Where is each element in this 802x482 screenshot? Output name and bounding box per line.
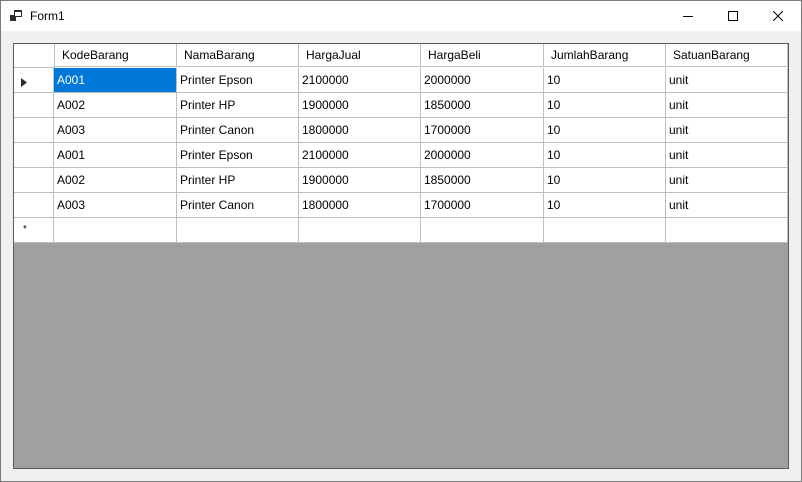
cell-hargajual[interactable]: 1800000 (299, 193, 421, 218)
cell-namabarang[interactable]: Printer Epson (177, 143, 299, 168)
cell-hargajual[interactable]: 2100000 (299, 68, 421, 93)
cell-satuanbarang[interactable] (666, 218, 788, 243)
column-header-hargajual[interactable]: HargaJual (299, 44, 421, 67)
cell-hargajual[interactable]: 1800000 (299, 118, 421, 143)
cell-jumlahbarang[interactable]: 10 (544, 193, 666, 218)
row-header[interactable]: * (14, 218, 54, 243)
column-header-row: KodeBarang NamaBarang HargaJual HargaBel… (14, 44, 788, 68)
cell-satuanbarang[interactable]: unit (666, 193, 788, 218)
cell-namabarang[interactable]: Printer HP (177, 168, 299, 193)
cell-jumlahbarang[interactable] (544, 218, 666, 243)
cell-satuanbarang[interactable]: unit (666, 118, 788, 143)
cell-jumlahbarang[interactable]: 10 (544, 118, 666, 143)
cell-hargajual[interactable]: 1900000 (299, 93, 421, 118)
new-row[interactable]: * (14, 218, 788, 243)
column-header-kodebarang[interactable]: KodeBarang (55, 44, 177, 67)
row-header[interactable] (14, 93, 54, 118)
cell-kodebarang[interactable]: A001 (54, 143, 177, 168)
cell-hargabeli[interactable] (421, 218, 544, 243)
row-header[interactable] (14, 168, 54, 193)
minimize-button[interactable] (665, 1, 711, 31)
cell-namabarang[interactable]: Printer HP (177, 93, 299, 118)
triangle-right-icon (21, 76, 27, 90)
cell-hargajual[interactable]: 1900000 (299, 168, 421, 193)
cell-hargajual[interactable]: 2100000 (299, 143, 421, 168)
row-header[interactable] (14, 193, 54, 218)
title-bar[interactable]: Form1 (1, 1, 801, 31)
table-row[interactable]: A002 Printer HP 1900000 1850000 10 unit (14, 93, 788, 118)
maximize-button[interactable] (710, 1, 756, 31)
cell-hargabeli[interactable]: 2000000 (421, 68, 544, 93)
column-header-jumlahbarang[interactable]: JumlahBarang (544, 44, 666, 67)
cell-kodebarang[interactable]: A003 (54, 193, 177, 218)
cell-kodebarang[interactable]: A001 (54, 68, 177, 93)
table-row[interactable]: A002 Printer HP 1900000 1850000 10 unit (14, 168, 788, 193)
cell-kodebarang[interactable] (54, 218, 177, 243)
table-row[interactable]: A003 Printer Canon 1800000 1700000 10 un… (14, 118, 788, 143)
row-header[interactable] (14, 118, 54, 143)
column-header-namabarang[interactable]: NamaBarang (177, 44, 299, 67)
close-icon (773, 11, 783, 21)
cell-jumlahbarang[interactable]: 10 (544, 68, 666, 93)
cell-kodebarang[interactable]: A003 (54, 118, 177, 143)
cell-hargajual[interactable] (299, 218, 421, 243)
grid-corner-cell[interactable] (14, 44, 55, 68)
cell-hargabeli[interactable]: 1850000 (421, 168, 544, 193)
cell-kodebarang[interactable]: A002 (54, 93, 177, 118)
column-header-satuanbarang[interactable]: SatuanBarang (666, 44, 788, 67)
row-header[interactable] (14, 143, 54, 168)
table-row[interactable]: A001 Printer Epson 2100000 2000000 10 un… (14, 143, 788, 168)
cell-hargabeli[interactable]: 1850000 (421, 93, 544, 118)
close-button[interactable] (755, 1, 801, 31)
cell-namabarang[interactable]: Printer Canon (177, 118, 299, 143)
cell-jumlahbarang[interactable]: 10 (544, 143, 666, 168)
table-row[interactable]: A003 Printer Canon 1800000 1700000 10 un… (14, 193, 788, 218)
cell-hargabeli[interactable]: 1700000 (421, 193, 544, 218)
cell-kodebarang[interactable]: A002 (54, 168, 177, 193)
minimize-icon (683, 11, 693, 21)
data-grid-view[interactable]: KodeBarang NamaBarang HargaJual HargaBel… (13, 43, 789, 469)
cell-namabarang[interactable] (177, 218, 299, 243)
column-header-hargabeli[interactable]: HargaBeli (421, 44, 544, 67)
new-row-marker: * (23, 224, 27, 235)
cell-namabarang[interactable]: Printer Canon (177, 193, 299, 218)
cell-jumlahbarang[interactable]: 10 (544, 168, 666, 193)
window-title: Form1 (30, 9, 65, 23)
cell-satuanbarang[interactable]: unit (666, 143, 788, 168)
cell-satuanbarang[interactable]: unit (666, 68, 788, 93)
cell-hargabeli[interactable]: 1700000 (421, 118, 544, 143)
cell-namabarang[interactable]: Printer Epson (177, 68, 299, 93)
form-app-icon[interactable] (10, 9, 23, 22)
cell-satuanbarang[interactable]: unit (666, 168, 788, 193)
cell-hargabeli[interactable]: 2000000 (421, 143, 544, 168)
form-window: Form1 KodeBarang NamaBarang HargaJual Ha… (0, 0, 802, 482)
maximize-icon (728, 11, 738, 21)
cell-satuanbarang[interactable]: unit (666, 93, 788, 118)
table-row[interactable]: A001 Printer Epson 2100000 2000000 10 un… (14, 68, 788, 93)
row-header[interactable] (14, 68, 54, 93)
cell-jumlahbarang[interactable]: 10 (544, 93, 666, 118)
